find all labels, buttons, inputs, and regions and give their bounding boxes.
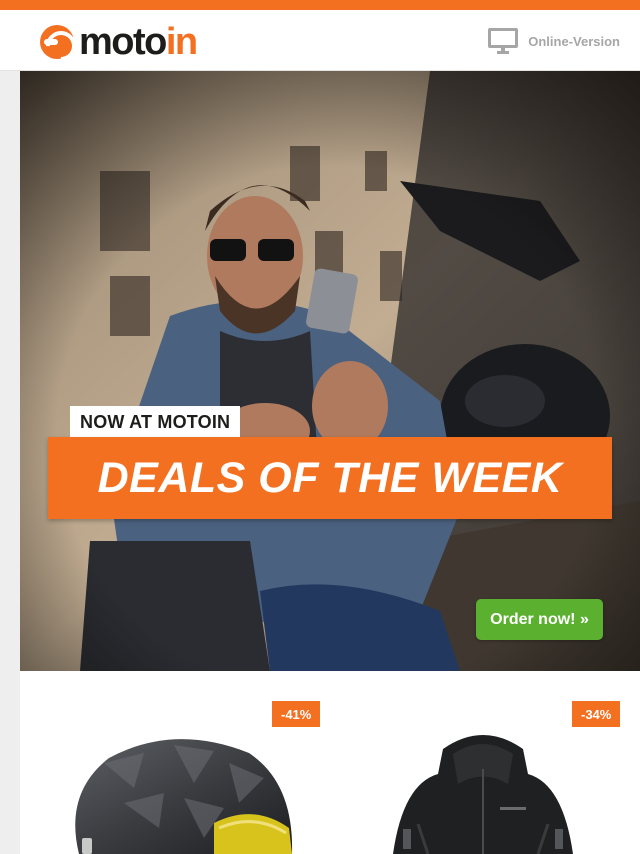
product-card-jacket[interactable]: -34% (330, 671, 630, 854)
discount-label: -41% (281, 706, 312, 722)
online-version-link[interactable]: Online-Version (488, 26, 620, 56)
hero-headline: DEALS OF THE WEEK (48, 437, 612, 519)
jacket-image (393, 735, 573, 854)
motoin-logo[interactable]: motoin (40, 21, 198, 63)
hero-banner[interactable]: NOW AT MOTOIN DEALS OF THE WEEK Order no… (20, 71, 640, 671)
hero-tag: NOW AT MOTOIN (70, 406, 241, 439)
logo-text-dark: moto (79, 21, 167, 63)
product-card-helmet[interactable]: -41% (20, 671, 321, 854)
left-margin (0, 71, 20, 854)
motoin-logo-mark-icon (40, 25, 74, 59)
discount-label: -34% (581, 706, 612, 722)
order-now-button[interactable]: Order now! » (476, 599, 603, 640)
hero-headline-text: DEALS OF THE WEEK (97, 453, 563, 502)
header: motoin Online-Version (0, 10, 640, 71)
product-grid: -41% -34% (20, 671, 640, 854)
logo-wordmark: motoin (79, 21, 198, 63)
monitor-icon (488, 28, 519, 54)
hero-photo-man-with-motorcycle (20, 71, 640, 671)
order-now-label: Order now! » (490, 610, 589, 628)
hero-tag-label: NOW AT MOTOIN (80, 412, 231, 432)
top-accent-bar (0, 0, 640, 10)
online-version-label: Online-Version (528, 33, 620, 49)
logo-text-orange: in (165, 21, 198, 63)
helmet-image (75, 739, 293, 854)
discount-badge: -34% (572, 701, 621, 727)
discount-badge: -41% (272, 701, 321, 727)
